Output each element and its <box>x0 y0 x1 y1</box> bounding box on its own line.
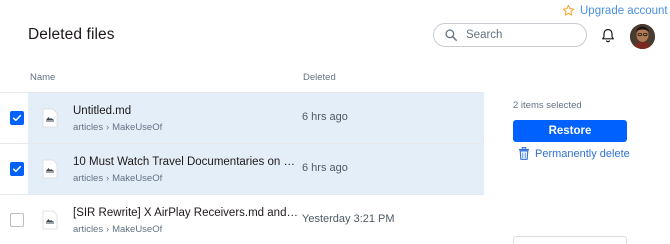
file-name[interactable]: Untitled.md <box>73 105 301 117</box>
column-header-deleted[interactable]: Deleted <box>303 72 336 83</box>
row-highlight <box>28 93 484 143</box>
path-segment[interactable]: MakeUseOf <box>112 224 162 235</box>
file-path: articles › MakeUseOf <box>73 173 162 184</box>
avatar-image <box>630 24 655 49</box>
file-name[interactable]: 10 Must Watch Travel Documentaries on Ne… <box>73 156 301 168</box>
upgrade-account-link[interactable]: Upgrade account <box>562 4 668 17</box>
file-row[interactable]: Untitled.md articles › MakeUseOf 6 hrs ago <box>0 92 484 143</box>
path-segment[interactable]: articles <box>73 224 103 235</box>
deleted-time: Yesterday 3:21 PM <box>302 213 395 225</box>
search-box[interactable] <box>433 23 587 47</box>
upgrade-account-label: Upgrade account <box>580 4 668 17</box>
markdown-file-icon <box>42 159 58 179</box>
path-segment[interactable]: articles <box>73 173 103 184</box>
breadcrumb-separator-icon: › <box>106 173 110 183</box>
selection-count: 2 items selected <box>513 100 582 111</box>
deleted-time: 6 hrs ago <box>302 162 348 174</box>
avatar[interactable] <box>630 24 655 49</box>
file-name[interactable]: [SIR Rewrite] X AirPlay Receivers.md and… <box>73 207 301 219</box>
path-segment[interactable]: articles <box>73 122 103 133</box>
column-header-name[interactable]: Name <box>30 72 55 83</box>
file-list: Untitled.md articles › MakeUseOf 6 hrs ago… <box>0 92 484 244</box>
search-input[interactable] <box>466 29 576 41</box>
restore-button[interactable]: Restore <box>513 120 627 142</box>
deleted-time: 6 hrs ago <box>302 111 348 123</box>
row-checkbox[interactable] <box>10 162 24 176</box>
markdown-file-icon <box>42 108 58 128</box>
star-icon <box>562 4 575 16</box>
trash-icon <box>519 147 529 160</box>
dropdown-box[interactable] <box>513 236 627 244</box>
breadcrumb-separator-icon: › <box>106 224 110 234</box>
page-title: Deleted files <box>28 26 115 43</box>
path-segment[interactable]: MakeUseOf <box>112 122 162 133</box>
file-row[interactable]: 10 Must Watch Travel Documentaries on Ne… <box>0 143 484 194</box>
search-icon <box>445 29 457 41</box>
path-segment[interactable]: MakeUseOf <box>112 173 162 184</box>
row-checkbox[interactable] <box>10 213 24 227</box>
markdown-file-icon <box>42 210 58 230</box>
checkmark-icon <box>12 114 22 122</box>
checkmark-icon <box>12 165 22 173</box>
file-path: articles › MakeUseOf <box>73 224 162 235</box>
permanently-delete-link[interactable]: Permanently delete <box>518 147 630 160</box>
row-checkbox[interactable] <box>10 111 24 125</box>
bell-icon[interactable] <box>600 27 616 44</box>
file-row[interactable]: [SIR Rewrite] X AirPlay Receivers.md and… <box>0 194 484 244</box>
file-path: articles › MakeUseOf <box>73 122 162 133</box>
breadcrumb-separator-icon: › <box>106 122 110 132</box>
permanently-delete-label: Permanently delete <box>535 147 630 160</box>
row-highlight <box>28 144 484 194</box>
